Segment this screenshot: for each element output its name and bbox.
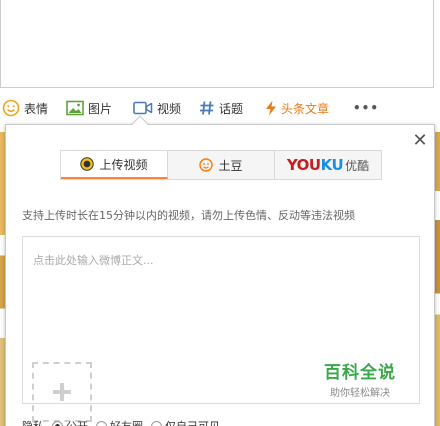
radio-icon[interactable] — [96, 420, 107, 426]
privacy-self-label: 仅自己可见 — [165, 418, 220, 426]
radio-icon[interactable] — [151, 420, 162, 426]
watermark: 百科全说 助你轻松解决 — [318, 358, 402, 399]
privacy-public-option[interactable]: 公开 — [52, 418, 88, 426]
video-label: 视频 — [157, 101, 182, 116]
radio-icon[interactable] — [52, 420, 63, 426]
tab-youku[interactable]: YOUKU 优酷 — [275, 151, 381, 179]
compose-textarea[interactable] — [0, 0, 434, 88]
youku-logo-you: YOU — [286, 156, 321, 174]
emoji-label: 表情 — [24, 101, 49, 116]
upload-notice: 支持上传时长在15分钟以内的视频，请勿上传色情、反动等违法视频 — [22, 209, 355, 222]
topic-button[interactable]: 话题 — [199, 98, 243, 118]
privacy-friends-option[interactable]: 好友圈 — [96, 418, 143, 426]
privacy-selector: 隐私 公开 好友圈 仅自己可见 — [22, 418, 220, 426]
upload-video-icon — [80, 157, 95, 171]
hashtag-icon — [200, 101, 214, 115]
image-label: 图片 — [88, 101, 113, 116]
youku-logo-ku: KU — [320, 156, 344, 174]
plus-icon — [53, 383, 71, 401]
more-button[interactable]: ••• — [353, 98, 379, 118]
tab-upload-video[interactable]: 上传视频 — [61, 151, 168, 179]
text-placeholder: 点击此处输入微博正文... — [33, 254, 154, 267]
privacy-label: 隐私 — [22, 418, 44, 426]
tab-tudou-label: 土豆 — [218, 158, 243, 173]
privacy-friends-label: 好友圈 — [110, 418, 143, 426]
topic-label: 话题 — [219, 101, 244, 116]
compose-toolbar: 表情 图片 视频 话题 头条文章 ••• — [0, 96, 440, 120]
watermark-subtitle: 助你轻松解决 — [330, 388, 390, 399]
watermark-title: 百科全说 — [324, 363, 396, 383]
privacy-public-label: 公开 — [66, 418, 88, 426]
image-button[interactable]: 图片 — [66, 98, 112, 118]
add-video-button[interactable] — [32, 362, 92, 422]
youku-logo: YOUKU — [286, 156, 344, 174]
close-button[interactable]: ✕ — [410, 130, 430, 151]
tudou-icon — [199, 158, 214, 172]
more-icon: ••• — [353, 101, 380, 115]
smiley-icon — [2, 99, 20, 117]
article-label: 头条文章 — [281, 101, 330, 116]
tab-youku-label: 优酷 — [345, 158, 370, 173]
lightning-icon — [266, 100, 276, 116]
tab-tudou[interactable]: 土豆 — [168, 151, 275, 179]
privacy-self-option[interactable]: 仅自己可见 — [151, 418, 220, 426]
tab-upload-video-label: 上传视频 — [99, 157, 148, 172]
page-background-right — [435, 132, 440, 426]
video-source-tabs: 上传视频 土豆 YOUKU 优酷 — [60, 150, 382, 180]
video-camera-icon — [133, 101, 153, 115]
picture-icon — [66, 100, 84, 116]
headline-article-button[interactable]: 头条文章 — [265, 98, 329, 118]
emoji-button[interactable]: 表情 — [2, 98, 48, 118]
